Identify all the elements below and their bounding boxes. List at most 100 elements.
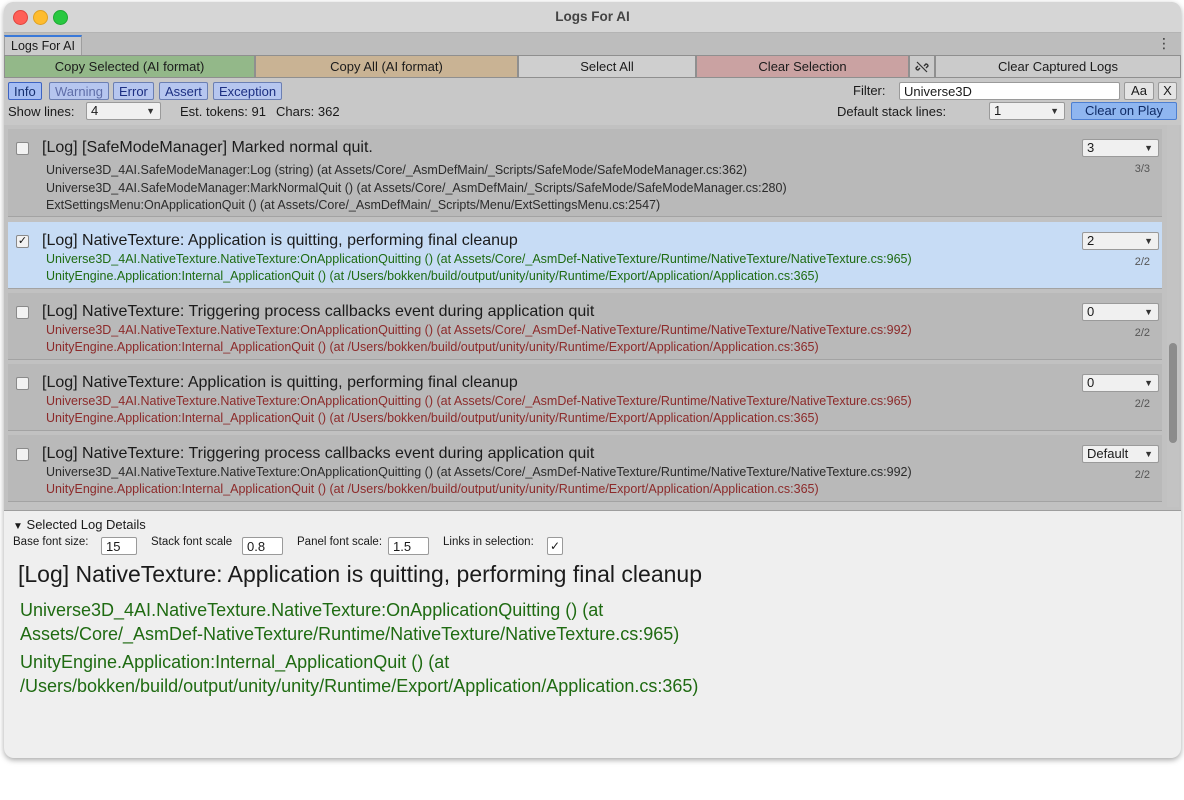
entry-checkbox[interactable] bbox=[16, 448, 29, 461]
log-entry[interactable]: [Log] NativeTexture: Triggering process … bbox=[8, 293, 1162, 360]
details-stack-line[interactable]: /Users/bokken/build/output/unity/unity/R… bbox=[20, 674, 698, 698]
links-in-selection-checkbox[interactable]: ✓ bbox=[547, 537, 563, 555]
log-entry[interactable]: [Log] NativeTexture: Application is quit… bbox=[8, 364, 1162, 431]
chevron-down-icon: ▼ bbox=[1144, 449, 1153, 459]
entry-message: [Log] NativeTexture: Application is quit… bbox=[42, 232, 518, 249]
filter-label: Filter: bbox=[853, 83, 886, 98]
stack-line: Universe3D_4AI.NativeTexture.NativeTextu… bbox=[46, 323, 912, 337]
stack-line: Universe3D_4AI.SafeModeManager:MarkNorma… bbox=[46, 181, 787, 195]
chevron-down-icon: ▼ bbox=[1144, 143, 1153, 153]
base-font-size-input[interactable]: 15 bbox=[101, 537, 137, 555]
scrollbar-thumb[interactable] bbox=[1169, 343, 1177, 443]
base-font-size-label: Base font size: bbox=[13, 536, 89, 548]
entry-line-count: 2/2 bbox=[1134, 469, 1150, 481]
stack-line: Universe3D_4AI.SafeModeManager:Log (stri… bbox=[46, 163, 748, 177]
entry-line-count: 2/2 bbox=[1134, 398, 1150, 410]
default-stack-lines-dropdown[interactable]: 1 ▼ bbox=[989, 102, 1065, 120]
level-toggle-info[interactable]: Info bbox=[8, 82, 42, 100]
window-title: Logs For AI bbox=[555, 9, 630, 24]
stack-line: ExtSettingsMenu:OnApplicationQuit () (at… bbox=[46, 198, 661, 212]
clear-filter-button[interactable]: X bbox=[1158, 82, 1177, 100]
entry-message: [Log] [SafeModeManager] Marked normal qu… bbox=[42, 139, 373, 156]
entry-lines-dropdown[interactable]: Default ▼ bbox=[1082, 445, 1159, 463]
stack-line[interactable]: Universe3D_4AI.NativeTexture.NativeTextu… bbox=[46, 252, 912, 266]
chevron-down-icon: ▼ bbox=[1050, 106, 1059, 116]
entry-line-count: 2/2 bbox=[1134, 327, 1150, 339]
entry-lines-dropdown[interactable]: 3 ▼ bbox=[1082, 139, 1159, 157]
est-tokens: Est. tokens: 91 bbox=[180, 104, 266, 119]
title-bar: Logs For AI bbox=[4, 2, 1181, 33]
entry-message: [Log] NativeTexture: Triggering process … bbox=[42, 303, 595, 320]
copy-all-button[interactable]: Copy All (AI format) bbox=[255, 55, 518, 78]
stack-font-scale-label: Stack font scale bbox=[151, 536, 233, 548]
entry-checkbox[interactable] bbox=[16, 306, 29, 319]
stack-font-scale-input[interactable]: 0.8 bbox=[242, 537, 283, 555]
stack-line: Universe3D_4AI.NativeTexture.NativeTextu… bbox=[46, 394, 912, 408]
select-all-button[interactable]: Select All bbox=[518, 55, 696, 78]
stack-line[interactable]: UnityEngine.Application:Internal_Applica… bbox=[46, 269, 819, 283]
entry-checkbox[interactable]: ✓ bbox=[16, 235, 29, 248]
copy-selected-button[interactable]: Copy Selected (AI format) bbox=[4, 55, 255, 78]
entry-lines-value: 2 bbox=[1087, 233, 1095, 248]
tab-logs-for-ai[interactable]: Logs For AI bbox=[4, 35, 82, 55]
log-entry[interactable]: [Log] NativeTexture: Triggering process … bbox=[8, 435, 1162, 502]
details-stack-line[interactable]: UnityEngine.Application:Internal_Applica… bbox=[20, 650, 449, 674]
entry-lines-dropdown[interactable]: 0 ▼ bbox=[1082, 374, 1159, 392]
link-off-icon bbox=[915, 61, 929, 73]
panel-font-scale-label: Panel font scale: bbox=[297, 536, 383, 548]
disclosure-triangle-icon: ▼ bbox=[13, 521, 23, 532]
details-header[interactable]: ▼ Selected Log Details bbox=[13, 517, 146, 532]
level-toggle-error[interactable]: Error bbox=[113, 82, 154, 100]
chevron-down-icon: ▼ bbox=[1144, 307, 1153, 317]
entry-checkbox[interactable] bbox=[16, 377, 29, 390]
link-toggle-button[interactable] bbox=[909, 55, 935, 78]
stack-line: UnityEngine.Application:Internal_Applica… bbox=[46, 411, 819, 425]
clear-captured-logs-button[interactable]: Clear Captured Logs bbox=[935, 55, 1181, 78]
case-sensitive-button[interactable]: Aa bbox=[1124, 82, 1154, 100]
kebab-menu-icon[interactable]: ⋮ bbox=[1157, 36, 1171, 50]
default-stack-lines-label: Default stack lines: bbox=[837, 104, 947, 119]
entry-message: [Log] NativeTexture: Application is quit… bbox=[42, 374, 518, 391]
entry-line-count: 2/2 bbox=[1134, 256, 1150, 268]
stack-line: Universe3D_4AI.NativeTexture.NativeTextu… bbox=[46, 465, 912, 479]
tab-strip: Logs For AI ⋮ bbox=[4, 33, 1181, 56]
show-lines-label: Show lines: bbox=[8, 104, 75, 119]
details-stack-line[interactable]: Assets/Core/_AsmDef-NativeTexture/Runtim… bbox=[20, 622, 679, 646]
clear-on-play-toggle[interactable]: Clear on Play bbox=[1071, 102, 1177, 120]
level-toggle-assert[interactable]: Assert bbox=[159, 82, 208, 100]
entry-lines-dropdown[interactable]: 2 ▼ bbox=[1082, 232, 1159, 250]
level-toggle-warning[interactable]: Warning bbox=[49, 82, 109, 100]
selected-log-details: ▼ Selected Log Details Base font size: 1… bbox=[4, 510, 1181, 758]
filter-input[interactable]: Universe3D bbox=[899, 82, 1120, 100]
entry-lines-value: 0 bbox=[1087, 375, 1095, 390]
stack-line: UnityEngine.Application:Internal_Applica… bbox=[46, 482, 819, 496]
action-toolbar: Copy Selected (AI format) Copy All (AI f… bbox=[4, 55, 1181, 79]
entry-lines-value: 3 bbox=[1087, 140, 1095, 155]
entry-line-count: 3/3 bbox=[1134, 163, 1150, 175]
level-toggle-exception[interactable]: Exception bbox=[213, 82, 283, 100]
panel-font-scale-input[interactable]: 1.5 bbox=[388, 537, 429, 555]
entry-message: [Log] NativeTexture: Triggering process … bbox=[42, 445, 595, 462]
show-lines-value: 4 bbox=[91, 103, 99, 118]
chevron-down-icon: ▼ bbox=[146, 106, 155, 116]
chevron-down-icon: ▼ bbox=[1144, 236, 1153, 246]
links-in-selection-label: Links in selection: bbox=[443, 536, 534, 548]
details-message: [Log] NativeTexture: Application is quit… bbox=[18, 561, 703, 587]
stack-line: UnityEngine.Application:Internal_Applica… bbox=[46, 340, 819, 354]
log-entry[interactable]: [Log] [SafeModeManager] Marked normal qu… bbox=[8, 129, 1162, 217]
log-list: [Log] [SafeModeManager] Marked normal qu… bbox=[4, 125, 1181, 510]
char-count: Chars: 362 bbox=[276, 104, 340, 119]
details-title: Selected Log Details bbox=[26, 517, 146, 532]
details-stack-line[interactable]: Universe3D_4AI.NativeTexture.NativeTextu… bbox=[20, 598, 603, 622]
log-list-scrollbar[interactable] bbox=[1167, 125, 1179, 507]
entry-lines-value: 0 bbox=[1087, 304, 1095, 319]
entry-checkbox[interactable] bbox=[16, 142, 29, 155]
clear-selection-button[interactable]: Clear Selection bbox=[696, 55, 909, 78]
entry-lines-dropdown[interactable]: 0 ▼ bbox=[1082, 303, 1159, 321]
logs-window: Logs For AI Logs For AI ⋮ Copy Selected … bbox=[4, 2, 1181, 758]
show-lines-dropdown[interactable]: 4 ▼ bbox=[86, 102, 161, 120]
default-stack-lines-value: 1 bbox=[994, 103, 1002, 118]
log-entry-selected[interactable]: ✓ [Log] NativeTexture: Application is qu… bbox=[8, 222, 1162, 289]
filter-row: Info Warning Error Assert Exception Filt… bbox=[4, 80, 1181, 102]
chevron-down-icon: ▼ bbox=[1144, 378, 1153, 388]
